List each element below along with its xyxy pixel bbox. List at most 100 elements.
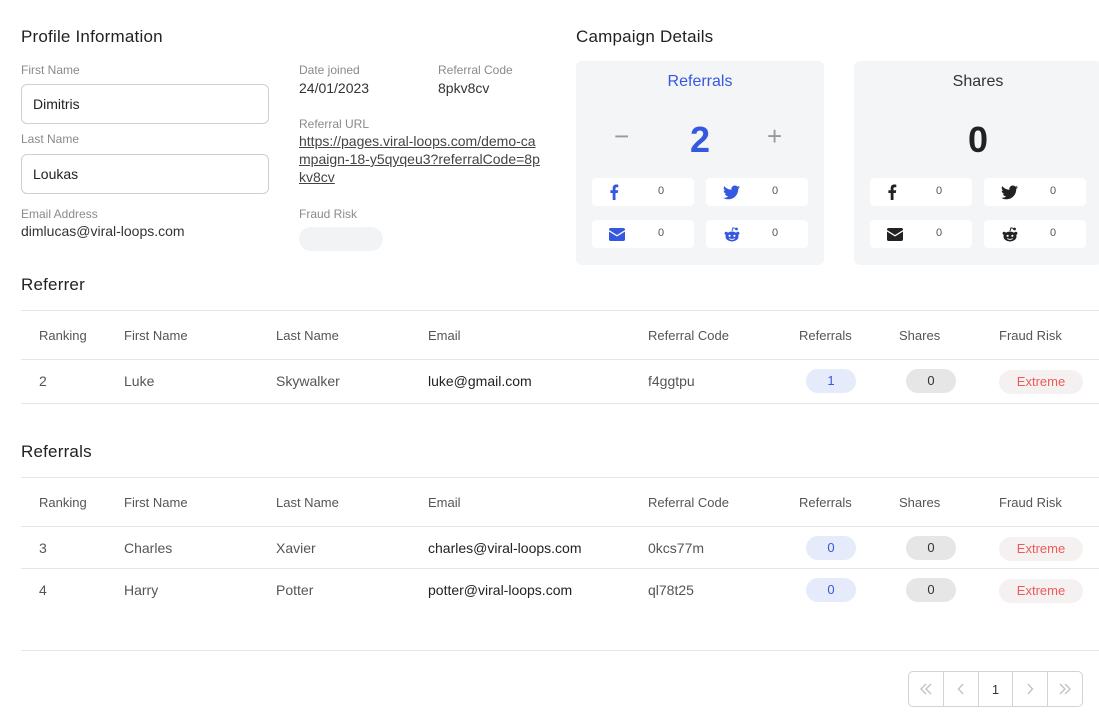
- first-name-input[interactable]: [21, 84, 269, 124]
- col-referral-code: Referral Code: [648, 328, 729, 343]
- col-shares: Shares: [899, 328, 941, 343]
- col-ranking: Ranking: [39, 328, 87, 343]
- referral-url-link[interactable]: https://pages.viral-loops.com/demo-campa…: [299, 132, 544, 186]
- twitter-icon: [723, 185, 740, 200]
- referrals-email-stat: 0: [592, 220, 694, 248]
- shares-reddit-count: 0: [1050, 227, 1057, 239]
- envelope-icon: [887, 228, 903, 241]
- col-first-name: First Name: [124, 328, 188, 343]
- fraud-risk-badge: Extreme: [999, 579, 1083, 603]
- col-shares: Shares: [899, 495, 941, 510]
- referrals-facebook-stat: 0: [592, 178, 694, 206]
- shares-badge: 0: [906, 536, 956, 560]
- last-name-label: Last Name: [21, 132, 80, 146]
- shares-card: Shares 0 0 0 0 0: [854, 61, 1099, 265]
- referrals-badge: 0: [806, 536, 856, 560]
- shares-badge: 0: [906, 578, 956, 602]
- referral-url-label: Referral URL: [299, 117, 370, 131]
- cell-ranking: 3: [39, 540, 47, 556]
- col-referrals: Referrals: [799, 495, 852, 510]
- double-chevron-right-icon: [1059, 683, 1072, 695]
- email-label: Email Address: [21, 207, 98, 221]
- facebook-icon: [888, 184, 897, 200]
- envelope-icon: [609, 228, 625, 241]
- cell-email: charles@viral-loops.com: [428, 540, 582, 556]
- shares-count: 0: [967, 119, 989, 160]
- referral-code-label: Referral Code: [438, 63, 513, 77]
- cell-first-name: Charles: [124, 540, 173, 556]
- shares-facebook-count: 0: [936, 185, 943, 197]
- fraud-risk-badge: Extreme: [999, 370, 1083, 394]
- cell-ranking: 2: [39, 373, 47, 389]
- first-name-label: First Name: [21, 63, 80, 77]
- fraud-risk-badge: Extreme: [999, 537, 1083, 561]
- referrals-card: Referrals − 2 + 0 0 0 0: [576, 61, 824, 265]
- email-value: dimlucas@viral-loops.com: [21, 223, 185, 239]
- shares-reddit-stat: 0: [984, 220, 1086, 248]
- col-last-name: Last Name: [276, 328, 339, 343]
- cell-first-name: Harry: [124, 582, 159, 598]
- shares-twitter-count: 0: [1050, 185, 1057, 197]
- cell-last-name: Skywalker: [276, 373, 340, 389]
- date-joined-value: 24/01/2023: [299, 80, 370, 96]
- chevron-right-icon: [1027, 683, 1034, 695]
- col-fraud-risk: Fraud Risk: [999, 495, 1062, 510]
- referrer-title: Referrer: [21, 275, 85, 294]
- referrals-reddit-count: 0: [772, 227, 779, 239]
- col-first-name: First Name: [124, 495, 188, 510]
- cell-ranking: 4: [39, 582, 47, 598]
- fraud-risk-label: Fraud Risk: [299, 207, 358, 221]
- last-page-button[interactable]: [1048, 672, 1082, 706]
- referrals-card-title: Referrals: [667, 73, 733, 90]
- chevron-left-icon: [957, 683, 964, 695]
- referrals-facebook-count: 0: [658, 185, 665, 197]
- col-ranking: Ranking: [39, 495, 87, 510]
- cell-referral-code: ql78t25: [648, 582, 694, 598]
- cell-first-name: Luke: [124, 373, 155, 389]
- campaign-title: Campaign Details: [576, 27, 714, 46]
- next-page-button[interactable]: [1013, 672, 1049, 706]
- shares-twitter-stat: 0: [984, 178, 1086, 206]
- twitter-icon: [1001, 185, 1018, 200]
- shares-card-title: Shares: [952, 73, 1004, 90]
- shares-email-stat: 0: [870, 220, 972, 248]
- reddit-icon: [724, 227, 740, 242]
- col-referral-code: Referral Code: [648, 495, 729, 510]
- increment-referrals-button[interactable]: +: [767, 121, 782, 152]
- page-1-button[interactable]: 1: [978, 672, 1014, 706]
- col-referrals: Referrals: [799, 328, 852, 343]
- referrer-table-top-border: [21, 310, 1099, 311]
- referrer-header-border: [21, 359, 1099, 360]
- table-footer-border: [21, 650, 1099, 651]
- col-email: Email: [428, 328, 461, 343]
- pagination: 1: [908, 671, 1083, 707]
- shares-badge: 0: [906, 369, 956, 393]
- fraud-risk-indicator: [299, 227, 383, 251]
- referrals-title: Referrals: [21, 442, 92, 461]
- cell-email: luke@gmail.com: [428, 373, 532, 389]
- prev-page-button[interactable]: [944, 672, 979, 706]
- referrals-table-top-border: [21, 477, 1099, 478]
- referrals-count: 2: [689, 119, 711, 160]
- profile-title: Profile Information: [21, 27, 163, 46]
- date-joined-label: Date joined: [299, 63, 360, 77]
- cell-last-name: Potter: [276, 582, 314, 598]
- referrals-twitter-stat: 0: [706, 178, 808, 206]
- referrals-header-border: [21, 526, 1099, 527]
- col-fraud-risk: Fraud Risk: [999, 328, 1062, 343]
- double-chevron-left-icon: [919, 683, 932, 695]
- last-name-input[interactable]: [21, 154, 269, 194]
- referrals-reddit-stat: 0: [706, 220, 808, 248]
- referrals-email-count: 0: [658, 227, 665, 239]
- col-last-name: Last Name: [276, 495, 339, 510]
- referrals-badge: 0: [806, 578, 856, 602]
- reddit-icon: [1002, 227, 1018, 242]
- referral-code-value: 8pkv8cv: [438, 80, 490, 96]
- referrer-row-border: [21, 403, 1099, 404]
- cell-last-name: Xavier: [276, 540, 316, 556]
- col-email: Email: [428, 495, 461, 510]
- first-page-button[interactable]: [909, 672, 944, 706]
- referrals-twitter-count: 0: [772, 185, 779, 197]
- cell-referral-code: f4ggtpu: [648, 373, 695, 389]
- referrals-badge: 1: [806, 369, 856, 393]
